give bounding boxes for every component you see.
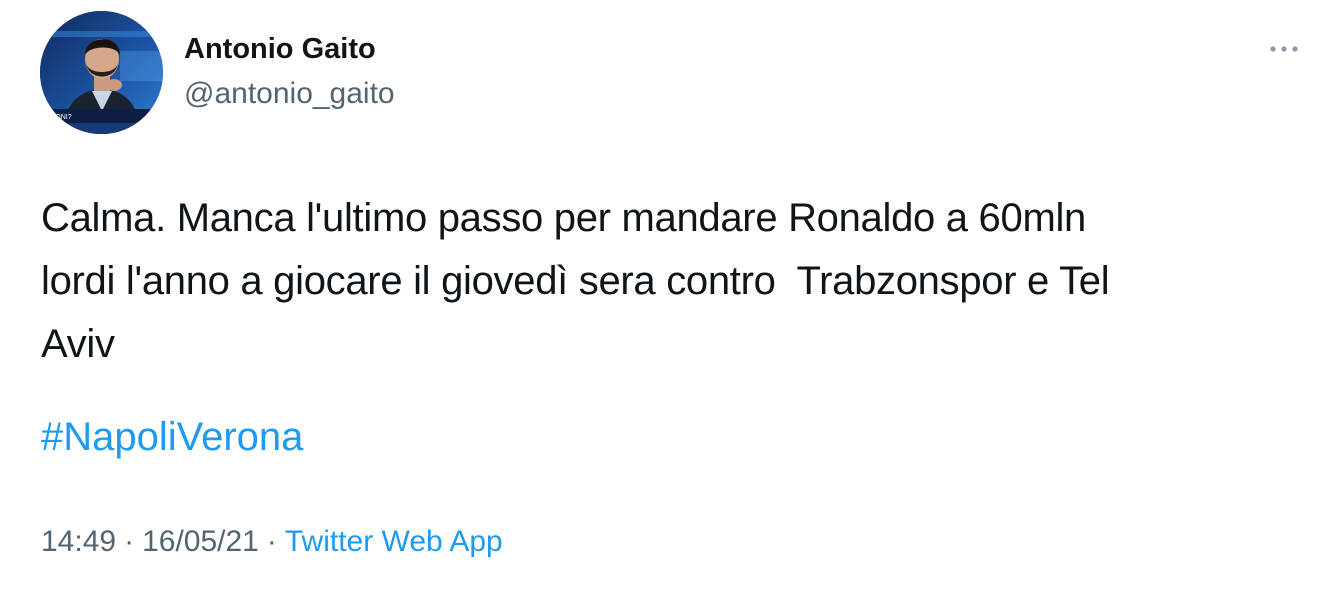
author-display-name[interactable]: Antonio Gaito xyxy=(184,33,376,66)
avatar[interactable]: SSIONI? xyxy=(40,11,163,134)
tweet-metadata: 14:49 · 16/05/21 · Twitter Web App xyxy=(41,522,503,562)
more-horizontal-icon xyxy=(1270,46,1298,52)
tweet-time[interactable]: 14:49 xyxy=(41,525,116,558)
separator: · xyxy=(266,525,277,558)
separator: · xyxy=(124,525,135,558)
tweet-source-link[interactable]: Twitter Web App xyxy=(285,525,503,558)
tweet-date[interactable]: 16/05/21 xyxy=(142,525,259,558)
tweet-text: Calma. Manca l'ultimo passo per mandare … xyxy=(41,196,1110,366)
hashtag-link[interactable]: #NapoliVerona xyxy=(41,409,303,465)
more-options-button[interactable] xyxy=(1266,34,1302,64)
avatar-photo: SSIONI? xyxy=(40,11,163,134)
author-handle[interactable]: @antonio_gaito xyxy=(184,77,395,111)
avatar-caption: SSIONI? xyxy=(44,114,72,121)
